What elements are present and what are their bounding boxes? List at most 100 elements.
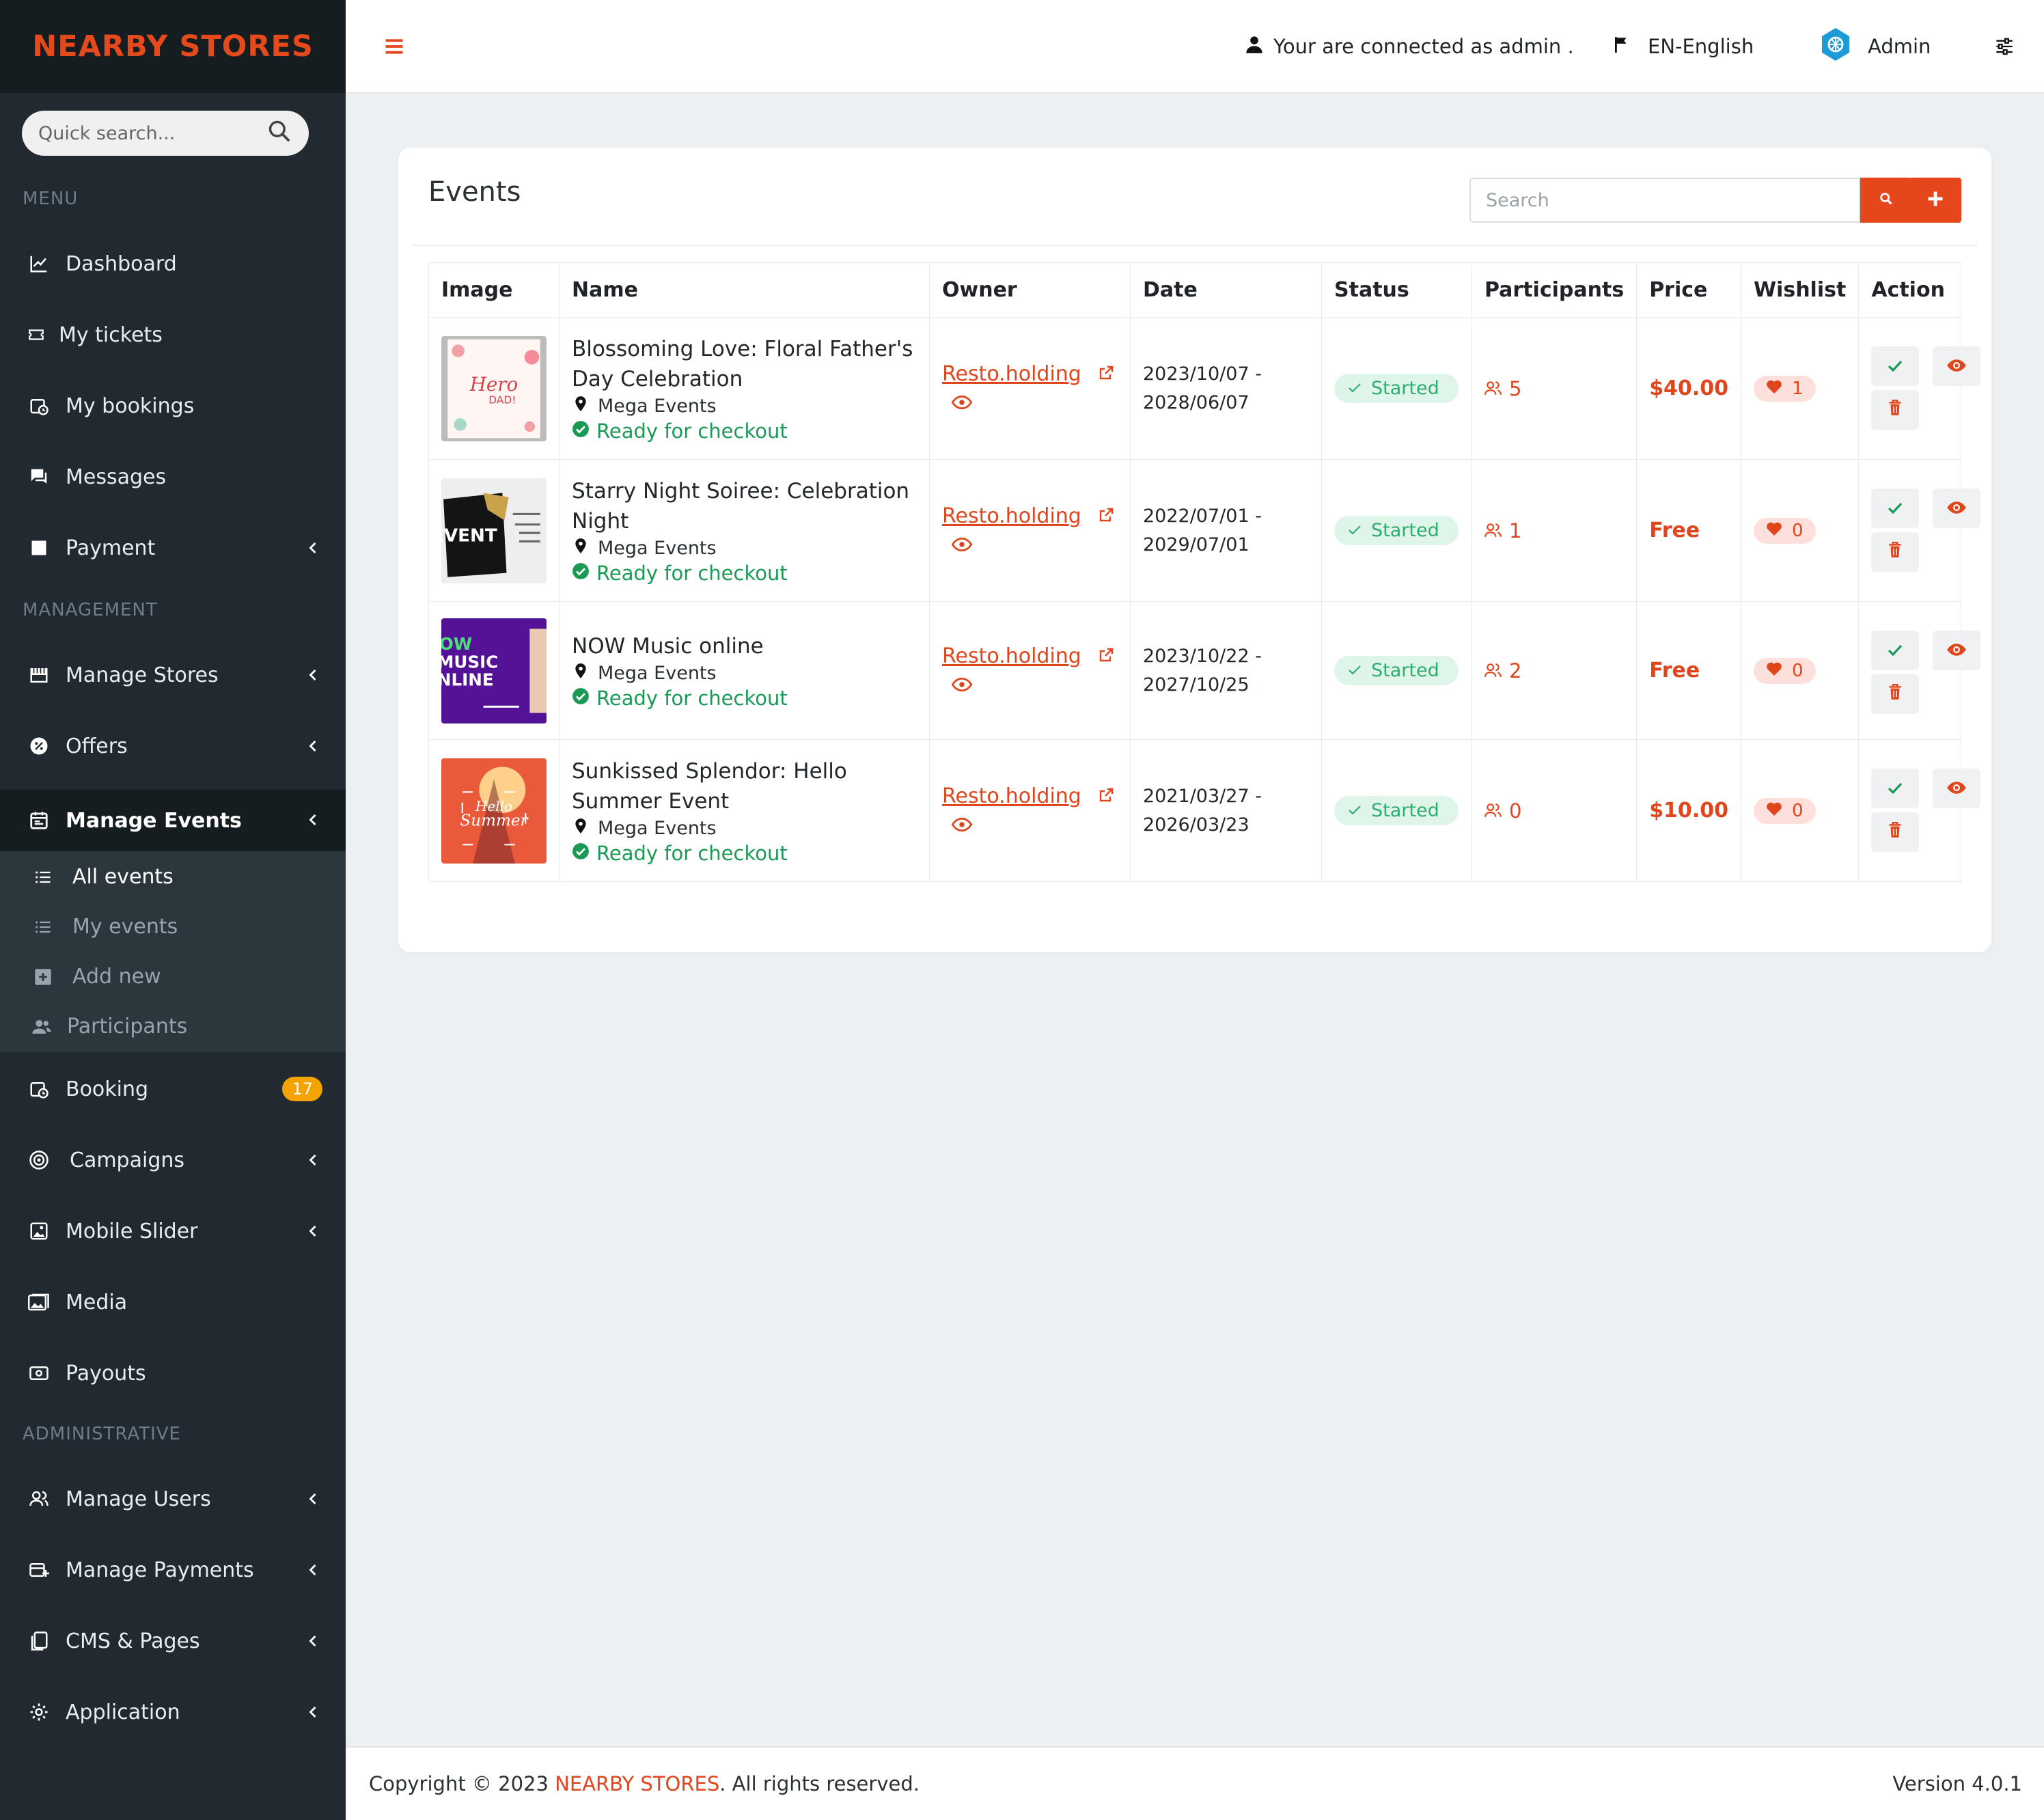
participants-count[interactable]: 2 xyxy=(1484,659,1624,682)
delete-button[interactable] xyxy=(1871,812,1920,852)
language-label: EN-English xyxy=(1648,35,1754,58)
participants-count[interactable]: 1 xyxy=(1484,519,1624,542)
checkout-status: Ready for checkout xyxy=(572,419,917,443)
events-search-input[interactable]: Search xyxy=(1469,178,1860,223)
sidebar-item-dashboard[interactable]: Dashboard xyxy=(0,236,346,291)
price-cell: $10.00 xyxy=(1636,739,1741,882)
sidebar-item-tickets[interactable]: My tickets xyxy=(0,307,346,362)
event-thumbnail[interactable]: OW MUSIC NLINE xyxy=(441,618,547,723)
submenu-item-participants[interactable]: Participants xyxy=(31,1015,187,1038)
chat-icon xyxy=(27,465,51,488)
add-event-button[interactable] xyxy=(1909,178,1961,223)
svg-text:Hero: Hero xyxy=(469,373,519,396)
owner-link[interactable]: Resto.holding xyxy=(942,644,1081,668)
owner-link[interactable]: Resto.holding xyxy=(942,504,1081,528)
footer-brand-link[interactable]: NEARBY STORES xyxy=(555,1772,719,1795)
table-row: OW MUSIC NLINE NOW Music online Mega Event… xyxy=(428,601,1981,740)
search-icon[interactable] xyxy=(266,118,292,149)
participants-cell: 0 xyxy=(1471,739,1638,882)
participants-count[interactable]: 0 xyxy=(1484,799,1624,823)
location-label: Mega Events xyxy=(598,663,717,684)
sidebar-item-payouts[interactable]: Payouts xyxy=(0,1346,346,1401)
status-label: Started xyxy=(1371,660,1439,681)
approve-button[interactable] xyxy=(1871,346,1920,386)
event-thumbnail[interactable]: Hero DAD! xyxy=(441,335,547,441)
owner-cell: Resto.holding xyxy=(929,739,1131,882)
heart-icon xyxy=(1766,801,1782,821)
heart-icon xyxy=(1766,378,1782,399)
users-icon xyxy=(27,1487,51,1511)
external-link-icon[interactable] xyxy=(1098,505,1114,528)
checkout-label: Ready for checkout xyxy=(596,842,788,865)
delete-button[interactable] xyxy=(1871,532,1920,572)
sidebar-item-bookings[interactable]: My bookings xyxy=(0,378,346,433)
sidebar-item-mobile-slider[interactable]: Mobile Slider xyxy=(0,1204,346,1258)
sidebar-item-campaigns[interactable]: Campaigns xyxy=(0,1133,346,1187)
sidebar-item-label: Payouts xyxy=(66,1361,146,1385)
view-owner-eye-icon[interactable] xyxy=(951,674,1118,697)
quick-search-input[interactable]: Quick search... xyxy=(22,111,309,156)
participants-cell: 5 xyxy=(1471,317,1638,460)
user-menu[interactable]: Admin xyxy=(1819,0,1931,93)
approve-button[interactable] xyxy=(1871,631,1920,670)
external-link-icon[interactable] xyxy=(1098,363,1114,386)
external-link-icon[interactable] xyxy=(1098,785,1114,808)
view-button[interactable] xyxy=(1933,631,1981,670)
sidebar-item-stores[interactable]: Manage Stores xyxy=(0,648,346,702)
wishlist-badge: 1 xyxy=(1753,375,1816,402)
sidebar-item-media[interactable]: Media xyxy=(0,1275,346,1329)
brand-logo[interactable]: NEARBY STORES xyxy=(0,0,346,93)
sidebar-item-label: My tickets xyxy=(59,322,163,347)
view-owner-eye-icon[interactable] xyxy=(951,391,1118,415)
participants-value: 2 xyxy=(1509,659,1522,682)
event-thumbnail[interactable]: Hello Summer xyxy=(441,758,547,864)
view-owner-eye-icon[interactable] xyxy=(951,814,1118,837)
view-button[interactable] xyxy=(1933,488,1981,528)
events-table: Image Name Owner Date Status Participant… xyxy=(428,262,1981,882)
sidebar-item-cms[interactable]: CMS & Pages xyxy=(0,1614,346,1668)
gear-icon xyxy=(27,1700,51,1724)
avatar xyxy=(1819,27,1853,67)
delete-button[interactable] xyxy=(1871,674,1920,714)
check-icon xyxy=(1887,355,1903,378)
action-cell xyxy=(1858,601,1981,740)
approve-button[interactable] xyxy=(1871,769,1920,808)
approve-button[interactable] xyxy=(1871,488,1920,528)
sidebar-item-application[interactable]: Application xyxy=(0,1685,346,1739)
image-cell: Hello Summer xyxy=(428,739,560,882)
search-icon xyxy=(1879,191,1894,209)
status-label: Started xyxy=(1371,378,1439,399)
hamburger-menu-icon[interactable] xyxy=(384,0,404,93)
date-end: 2027/10/25 xyxy=(1143,674,1249,695)
sidebar-item-offers[interactable]: Offers xyxy=(0,719,346,773)
view-button[interactable] xyxy=(1933,769,1981,808)
external-link-icon[interactable] xyxy=(1098,645,1114,668)
delete-button[interactable] xyxy=(1871,390,1920,430)
sidebar-item-booking[interactable]: Booking 17 xyxy=(0,1062,346,1116)
wishlist-badge: 0 xyxy=(1753,657,1816,684)
status-badge: Started xyxy=(1334,374,1459,403)
participants-count[interactable]: 5 xyxy=(1484,377,1624,400)
sidebar-item-label: Manage Users xyxy=(66,1487,211,1511)
sidebar-item-payment[interactable]: Payment xyxy=(0,521,346,575)
view-button[interactable] xyxy=(1933,346,1981,386)
sidebar-item-messages[interactable]: Messages xyxy=(0,450,346,504)
sidebar-item-label: Application xyxy=(66,1700,180,1724)
view-owner-eye-icon[interactable] xyxy=(951,534,1118,557)
owner-link[interactable]: Resto.holding xyxy=(942,784,1081,808)
sidebar-item-events[interactable]: Manage Events xyxy=(0,790,346,851)
language-selector[interactable]: EN-English xyxy=(1614,0,1754,93)
submenu-item-all-events[interactable]: All events xyxy=(33,865,174,889)
search-button[interactable] xyxy=(1860,178,1912,223)
check-circle-icon xyxy=(572,842,590,865)
sidebar-item-payments[interactable]: Manage Payments xyxy=(0,1543,346,1597)
chevron-left-icon xyxy=(303,1150,322,1170)
event-thumbnail[interactable]: EVENT xyxy=(441,478,547,583)
owner-link[interactable]: Resto.holding xyxy=(942,362,1081,386)
submenu-item-my-events[interactable]: My events xyxy=(33,915,178,939)
settings-sliders-icon[interactable] xyxy=(1995,0,2014,93)
submenu-item-add-new[interactable]: Add new xyxy=(33,965,161,989)
sidebar-item-users[interactable]: Manage Users xyxy=(0,1472,346,1526)
checkout-label: Ready for checkout xyxy=(596,562,788,585)
price-cell: Free xyxy=(1636,601,1741,740)
